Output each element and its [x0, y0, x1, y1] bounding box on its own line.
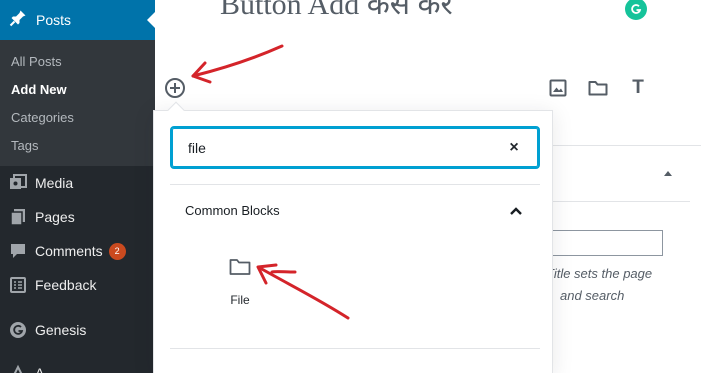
sidebar-item-pages[interactable]: Pages [0, 200, 155, 234]
popover-divider [170, 184, 540, 185]
submenu-add-new[interactable]: Add New [0, 76, 155, 104]
block-toolbar: T [548, 77, 648, 98]
feedback-icon [8, 275, 28, 295]
help-line: Title sets the page [546, 266, 653, 281]
collapse-icon[interactable] [664, 171, 672, 176]
text-icon[interactable]: T [628, 77, 648, 98]
admin-sidebar: Posts All Posts Add New Categories Tags … [0, 0, 155, 373]
panel-text-field[interactable] [538, 230, 663, 256]
sidebar-item-label: Comments [35, 243, 103, 259]
sidebar-item-appearance[interactable]: A [0, 356, 155, 373]
image-icon[interactable] [548, 78, 568, 98]
sidebar-item-label: Pages [35, 209, 75, 225]
submenu-categories[interactable]: Categories [0, 104, 155, 132]
appearance-icon [8, 363, 28, 373]
popover-divider [170, 348, 540, 349]
sidebar-item-label: A [35, 365, 45, 373]
clear-search-icon[interactable]: × [506, 139, 522, 156]
block-item-label: File [230, 293, 250, 307]
folder-icon [227, 254, 253, 280]
comments-count-badge: 2 [108, 242, 126, 260]
sidebar-item-label: Feedback [35, 277, 97, 293]
plus-icon [170, 83, 180, 93]
submenu-all-posts[interactable]: All Posts [0, 48, 155, 76]
block-search-input[interactable] [188, 139, 488, 156]
sidebar-item-label: Media [35, 175, 74, 191]
sidebar-item-label: Posts [36, 12, 72, 28]
grammarly-icon[interactable] [625, 0, 647, 20]
sidebar-item-comments[interactable]: Comments 2 [0, 234, 155, 268]
sidebar-item-posts[interactable]: Posts [0, 0, 155, 40]
submenu-tags[interactable]: Tags [0, 132, 155, 160]
block-inserter-popover: × Common Blocks File [153, 101, 553, 373]
media-icon [8, 173, 28, 193]
genesis-icon [8, 320, 28, 340]
sidebar-item-label: Genesis [35, 322, 87, 338]
block-item-file[interactable]: File [210, 251, 270, 321]
settings-panel: Title sets the page and search [538, 145, 701, 373]
section-title: Common Blocks [185, 203, 280, 218]
chevron-up-icon[interactable] [506, 201, 526, 221]
current-menu-arrow [147, 12, 155, 28]
block-search: × [170, 126, 540, 169]
pin-icon [8, 8, 28, 33]
help-line: and search [560, 288, 625, 303]
arrow-to-add-button [191, 44, 284, 84]
panel-divider [538, 201, 690, 202]
posts-submenu: All Posts Add New Categories Tags [0, 40, 155, 166]
sidebar-item-genesis[interactable]: Genesis [0, 313, 155, 347]
popover-notch [167, 101, 185, 119]
comments-icon [8, 241, 28, 261]
post-title[interactable]: Button Add कैसे करें [220, 0, 453, 23]
pages-icon [8, 207, 28, 227]
sidebar-item-feedback[interactable]: Feedback [0, 268, 155, 302]
folder-icon[interactable] [588, 78, 608, 98]
panel-help-text: Title sets the page and search [546, 263, 696, 307]
sidebar-item-media[interactable]: Media [0, 166, 155, 200]
add-block-button[interactable] [165, 78, 185, 98]
panel-divider [538, 145, 701, 146]
editor-page: Button Add कैसे करें T Title sets the pa… [0, 0, 701, 373]
